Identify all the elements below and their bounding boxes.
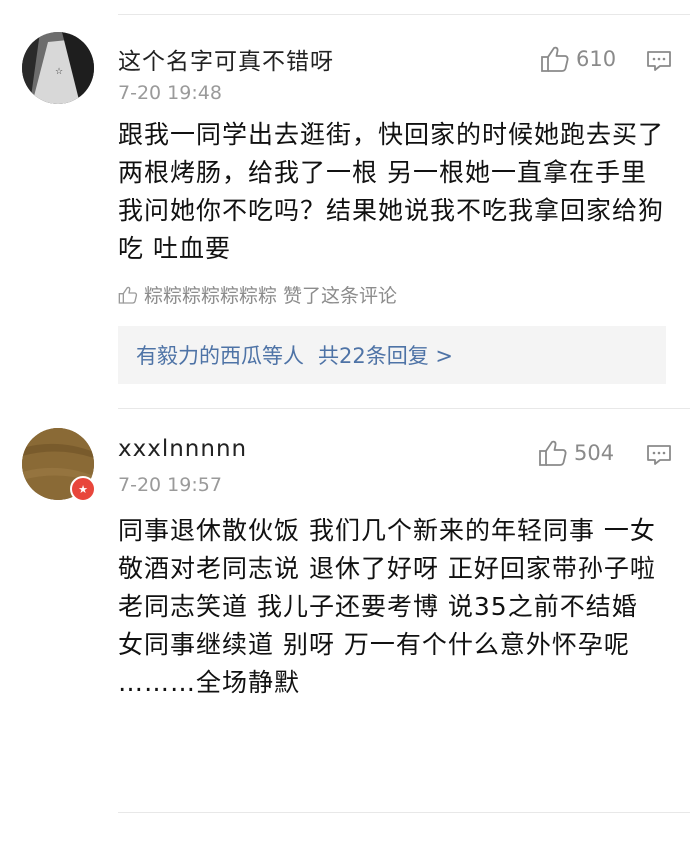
thumbs-up-icon bbox=[539, 440, 567, 466]
comment-feed: ☆ 这个名字可真不错呀 7-20 19:48 610 跟我一同学出去逛街，快回家… bbox=[0, 0, 690, 843]
divider bbox=[118, 812, 690, 813]
comment-icon[interactable] bbox=[646, 444, 672, 466]
comment-text: 同事退休散伙饭 我们几个新来的年轻同事 一女敬酒对老同志说 退休了好呀 正好回家… bbox=[118, 516, 665, 697]
timestamp: 7-20 19:48 bbox=[118, 82, 222, 104]
divider bbox=[118, 408, 690, 409]
thumbs-up-icon bbox=[541, 46, 569, 72]
thumbs-up-icon bbox=[118, 286, 138, 304]
divider bbox=[118, 14, 690, 15]
svg-text:☆: ☆ bbox=[55, 67, 63, 77]
like-button[interactable]: 610 bbox=[540, 46, 616, 72]
liked-by-row: 粽粽粽粽粽粽粽 赞了这条评论 bbox=[118, 281, 397, 308]
like-button[interactable]: 504 bbox=[538, 440, 614, 466]
avatar-photo-icon: ☆ bbox=[22, 32, 94, 104]
reply-count: 共22条回复 > bbox=[318, 344, 453, 368]
comment-text: 跟我一同学出去逛街，快回家的时候她跑去买了两根烤肠，给我了一根 另一根她一直拿在… bbox=[118, 120, 665, 263]
view-replies-button[interactable]: 有毅力的西瓜等人 共22条回复 > bbox=[118, 326, 666, 384]
reply-names: 有毅力的西瓜等人 bbox=[136, 344, 304, 368]
verified-badge-icon: ★ bbox=[70, 476, 96, 502]
liked-by-text: 粽粽粽粽粽粽粽 赞了这条评论 bbox=[144, 285, 398, 307]
timestamp: 7-20 19:57 bbox=[118, 474, 222, 496]
username[interactable]: 这个名字可真不错呀 bbox=[118, 42, 334, 76]
comment-icon[interactable] bbox=[646, 50, 672, 72]
like-count: 610 bbox=[576, 47, 617, 71]
username[interactable]: xxxlnnnnn bbox=[118, 436, 247, 462]
avatar[interactable]: ☆ bbox=[22, 32, 94, 104]
like-count: 504 bbox=[574, 441, 615, 465]
